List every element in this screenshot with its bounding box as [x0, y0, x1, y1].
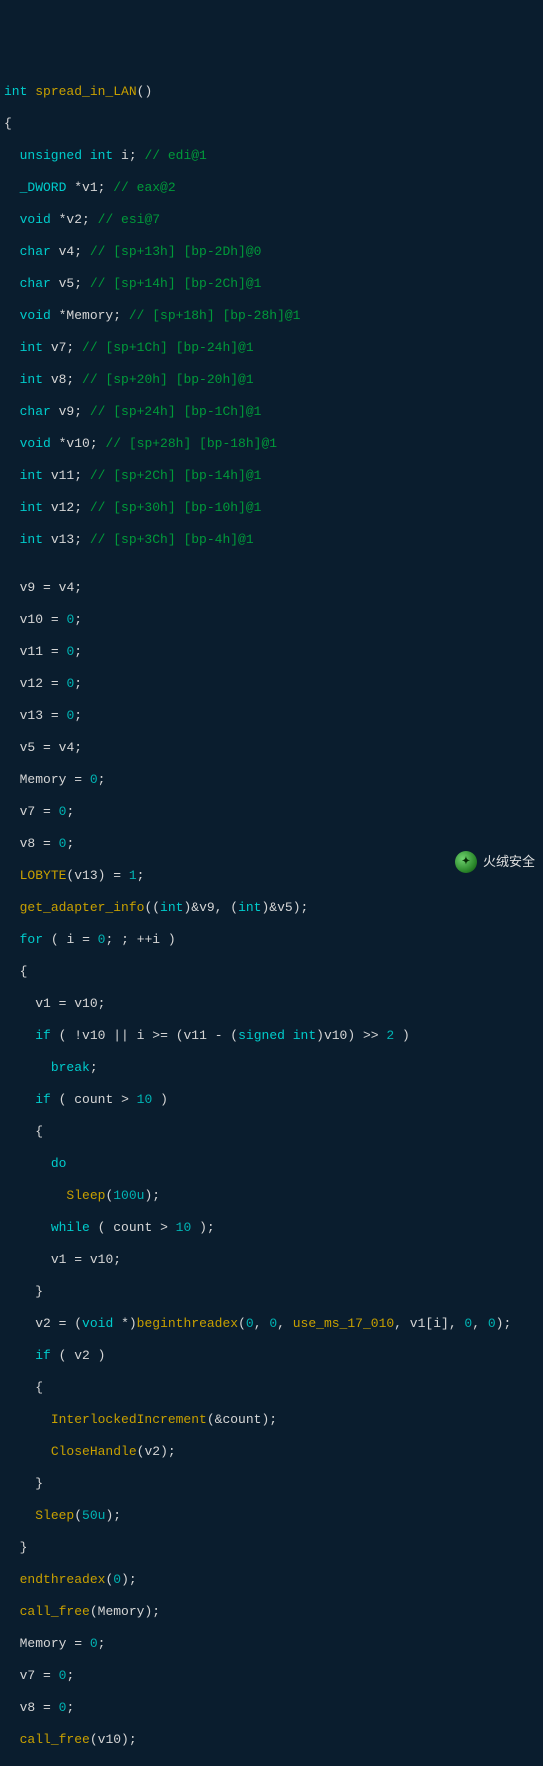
code-line: int spread_in_LAN() — [4, 84, 539, 100]
code-line: int v13; // [sp+3Ch] [bp-4h]@1 — [4, 532, 539, 548]
code-line: CloseHandle(v2); — [4, 1444, 539, 1460]
code-line: get_adapter_info((int)&v9, (int)&v5); — [4, 900, 539, 916]
code-line: } — [4, 1476, 539, 1492]
code-line: for ( i = 0; ; ++i ) — [4, 932, 539, 948]
code-line: v8 = 0; — [4, 1700, 539, 1716]
code-line: v1 = v10; — [4, 996, 539, 1012]
code-line: { — [4, 964, 539, 980]
code-block: int spread_in_LAN() { unsigned int i; //… — [4, 68, 539, 1766]
code-line: break; — [4, 1060, 539, 1076]
code-line: v7 = 0; — [4, 804, 539, 820]
code-line: return 0; — [4, 1764, 539, 1766]
code-line: Sleep(100u); — [4, 1188, 539, 1204]
code-line: v5 = v4; — [4, 740, 539, 756]
code-line: void *v2; // esi@7 — [4, 212, 539, 228]
code-line: while ( count > 10 ); — [4, 1220, 539, 1236]
code-line: _DWORD *v1; // eax@2 — [4, 180, 539, 196]
code-line: int v12; // [sp+30h] [bp-10h]@1 — [4, 500, 539, 516]
code-line: v7 = 0; — [4, 1668, 539, 1684]
wechat-icon: ✦ — [455, 851, 477, 873]
code-line: { — [4, 1380, 539, 1396]
code-line: v1 = v10; — [4, 1252, 539, 1268]
code-line: InterlockedIncrement(&count); — [4, 1412, 539, 1428]
code-line: Memory = 0; — [4, 1636, 539, 1652]
code-line: if ( !v10 || i >= (v11 - (signed int)v10… — [4, 1028, 539, 1044]
code-line: Memory = 0; — [4, 772, 539, 788]
code-line: { — [4, 116, 539, 132]
code-line: v8 = 0; — [4, 836, 539, 852]
code-line: if ( v2 ) — [4, 1348, 539, 1364]
code-line: char v5; // [sp+14h] [bp-2Ch]@1 — [4, 276, 539, 292]
code-line: do — [4, 1156, 539, 1172]
code-line: } — [4, 1540, 539, 1556]
code-line: { — [4, 1124, 539, 1140]
code-line: v10 = 0; — [4, 612, 539, 628]
code-line: int v7; // [sp+1Ch] [bp-24h]@1 — [4, 340, 539, 356]
code-line: if ( count > 10 ) — [4, 1092, 539, 1108]
code-line: } — [4, 1284, 539, 1300]
code-line: v13 = 0; — [4, 708, 539, 724]
code-line: call_free(Memory); — [4, 1604, 539, 1620]
code-line: call_free(v10); — [4, 1732, 539, 1748]
code-line: Sleep(50u); — [4, 1508, 539, 1524]
code-line: int v8; // [sp+20h] [bp-20h]@1 — [4, 372, 539, 388]
code-line: v9 = v4; — [4, 580, 539, 596]
code-line: char v4; // [sp+13h] [bp-2Dh]@0 — [4, 244, 539, 260]
code-line: v2 = (void *)beginthreadex(0, 0, use_ms_… — [4, 1316, 539, 1332]
code-line: char v9; // [sp+24h] [bp-1Ch]@1 — [4, 404, 539, 420]
watermark: ✦ 火绒安全 — [455, 851, 535, 873]
watermark-text: 火绒安全 — [483, 854, 535, 870]
code-line: endthreadex(0); — [4, 1572, 539, 1588]
code-line: v12 = 0; — [4, 676, 539, 692]
code-line: unsigned int i; // edi@1 — [4, 148, 539, 164]
code-line: v11 = 0; — [4, 644, 539, 660]
code-line: int v11; // [sp+2Ch] [bp-14h]@1 — [4, 468, 539, 484]
code-line: void *v10; // [sp+28h] [bp-18h]@1 — [4, 436, 539, 452]
code-line: void *Memory; // [sp+18h] [bp-28h]@1 — [4, 308, 539, 324]
